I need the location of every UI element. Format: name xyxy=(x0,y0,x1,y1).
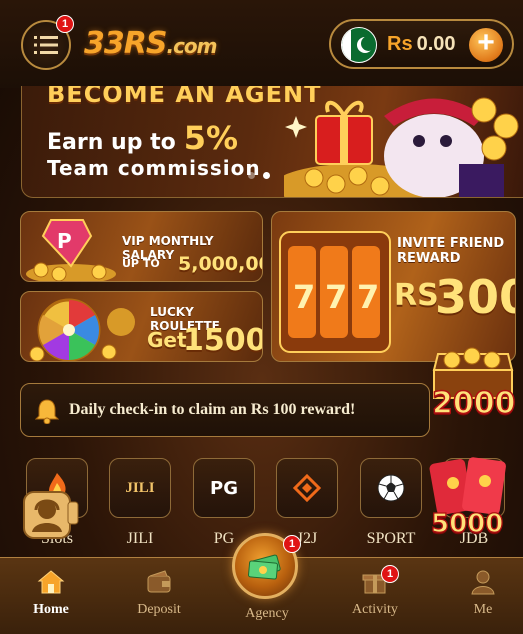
vip-badge-illustration: P xyxy=(26,219,116,281)
wallet-icon xyxy=(147,570,171,593)
nav-home-label: Home xyxy=(33,602,69,617)
activity-notification-badge: 1 xyxy=(381,565,399,583)
carousel-dot[interactable] xyxy=(248,172,255,179)
balance-display: Rs 0.00 xyxy=(387,33,456,56)
floating-red-packet[interactable]: 5000 xyxy=(425,455,515,543)
carousel-dot-active[interactable] xyxy=(263,172,270,179)
red-envelope-icon xyxy=(429,457,506,515)
category-jili[interactable]: JILI xyxy=(109,458,171,518)
app-logo[interactable]: 33RS.com xyxy=(84,26,218,66)
daily-checkin-bar[interactable]: Daily check-in to claim an Rs 100 reward… xyxy=(20,383,430,437)
pg-logo: PG xyxy=(210,477,238,499)
soccer-ball-icon xyxy=(377,474,405,502)
bell-icon xyxy=(35,399,59,424)
logo-text: 33RS xyxy=(84,26,167,61)
j2j-logo xyxy=(293,474,321,502)
menu-notification-badge: 1 xyxy=(56,15,74,33)
nav-activity-label: Activity xyxy=(352,602,398,617)
roulette-wheel-illustration xyxy=(29,298,135,361)
vip-prefix: UP TO xyxy=(122,257,160,270)
logo-suffix: .com xyxy=(166,34,217,58)
nav-deposit-label: Deposit xyxy=(137,602,181,617)
svg-text:7: 7 xyxy=(357,278,379,316)
carousel-indicator xyxy=(248,172,270,179)
promo-banner-carousel[interactable]: BECOME AN AGENT Earn up to 5% Team commis… xyxy=(21,86,523,198)
jili-logo: JILI xyxy=(125,479,155,496)
banner-treasure-illustration xyxy=(284,97,519,197)
banner-earn-text: Earn up to xyxy=(47,130,176,155)
balance-amount: 0.00 xyxy=(416,33,456,55)
invite-value: 3000 xyxy=(435,270,515,324)
svg-text:7: 7 xyxy=(325,278,347,316)
deposit-plus-button[interactable]: + xyxy=(469,28,503,62)
svg-text:7: 7 xyxy=(293,278,315,316)
banner-earn-line: Earn up to 5% xyxy=(47,119,238,157)
vip-monthly-salary-card[interactable]: P VIP MONTHLY SALARY UP TO 5,000,000 xyxy=(20,211,263,282)
home-icon xyxy=(37,570,65,594)
checkin-text: Daily check-in to claim an Rs 100 reward… xyxy=(69,401,356,418)
menu-icon xyxy=(34,36,58,54)
nav-deposit[interactable]: Deposit xyxy=(114,558,204,634)
banner-team-commission: Team commission xyxy=(47,156,261,180)
vip-value: 5,000,000 xyxy=(178,253,262,275)
invite-title: INVITE FRIEND REWARD xyxy=(397,236,505,266)
roulette-prefix: Get xyxy=(147,328,187,352)
customer-service-button[interactable] xyxy=(20,488,82,544)
banner-title: BECOME AN AGENT xyxy=(47,86,322,108)
red-packet-amount: 5000 xyxy=(430,508,504,539)
currency-symbol: Rs xyxy=(387,33,413,55)
roulette-value: 1500 xyxy=(183,323,263,358)
pakistan-flag-icon xyxy=(341,27,377,63)
lucky-roulette-card[interactable]: LUCKY ROULETTE Get 1500 xyxy=(20,291,263,362)
nav-me-label: Me xyxy=(473,602,493,617)
nav-me[interactable]: Me xyxy=(438,558,523,634)
user-icon xyxy=(471,570,495,595)
invite-prefix: RS xyxy=(394,278,439,313)
category-pg[interactable]: PG xyxy=(193,458,255,518)
banner-percent: 5% xyxy=(183,119,239,157)
wallet-balance[interactable]: Rs 0.00 + xyxy=(329,19,514,69)
treasure-reward-amount: 2000 xyxy=(431,385,516,422)
nav-activity[interactable]: Activity xyxy=(330,558,420,634)
category-label-jili: JILI xyxy=(126,530,154,547)
category-label-sport: SPORT xyxy=(366,530,416,547)
slot-reels-illustration: 7 7 7 xyxy=(279,231,391,353)
nav-agency-label: Agency xyxy=(245,606,289,621)
floating-treasure-reward[interactable]: 2000 xyxy=(428,340,520,430)
top-header: 1 33RS.com Rs 0.00 + xyxy=(0,0,523,88)
category-j2j[interactable] xyxy=(276,458,338,518)
category-sport[interactable] xyxy=(360,458,422,518)
agency-notification-badge: 1 xyxy=(283,535,301,553)
nav-home[interactable]: Home xyxy=(6,558,96,634)
customer-service-icon xyxy=(23,491,79,539)
svg-text:P: P xyxy=(57,229,72,253)
